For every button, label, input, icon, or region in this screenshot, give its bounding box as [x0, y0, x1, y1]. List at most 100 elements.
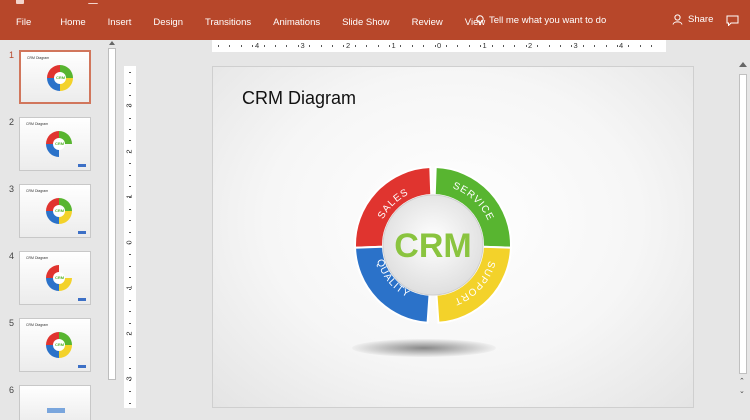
ruler-tick — [129, 83, 131, 85]
ruler-tick — [129, 72, 131, 73]
ruler-tick — [628, 45, 630, 47]
scroll-up-icon[interactable] — [109, 41, 115, 45]
tab-insert[interactable]: Insert — [97, 17, 143, 28]
ruler-tick — [366, 45, 368, 47]
crm-diagram[interactable]: CRM SALES SERVICE SUPPORT QUALITY — [333, 145, 533, 345]
slide-title[interactable]: CRM Diagram — [242, 88, 356, 109]
ruler-tick — [297, 45, 299, 47]
ribbon: File Home Insert Design Transitions Anim… — [0, 0, 750, 40]
editor-vertical-scrollbar[interactable]: ⌃ ⌄ — [736, 52, 750, 420]
ruler-tick — [275, 45, 276, 47]
ruler-tick — [377, 45, 379, 47]
tab-slide-show[interactable]: Slide Show — [331, 17, 401, 28]
ruler-tick — [286, 45, 288, 47]
ruler-tick — [129, 311, 131, 313]
ruler-tick — [129, 174, 131, 176]
tab-animations[interactable]: Animations — [262, 17, 331, 28]
thumb-title: CRM Diagram — [26, 323, 49, 327]
ruler-tick — [129, 345, 131, 347]
thumb-crm-diagram: CRM — [46, 265, 72, 291]
ruler-label: 1 — [391, 41, 396, 50]
ruler-tick — [389, 45, 390, 47]
ruler-tick — [411, 45, 413, 47]
thumb-crm-diagram: CRM — [46, 332, 72, 358]
ruler-tick — [446, 45, 447, 47]
ruler-tick — [639, 45, 641, 47]
thumb-number: 4 — [9, 251, 15, 261]
ruler-tick — [129, 379, 131, 381]
ruler-tick — [332, 45, 333, 47]
ruler-tick — [400, 45, 402, 47]
ruler-tick — [320, 45, 322, 47]
tell-me-box[interactable]: Tell me what you want to do — [476, 15, 606, 26]
tab-home[interactable]: Home — [49, 17, 96, 28]
ruler-tick — [594, 45, 596, 47]
scroll-thumb[interactable] — [108, 48, 116, 380]
previous-slide-icon[interactable]: ⌃ — [739, 378, 745, 385]
vertical-ruler: 3210123 — [124, 66, 136, 408]
ruler-tick — [582, 45, 584, 47]
slide-thumbnail-4[interactable]: CRM Diagram CRM — [19, 251, 91, 305]
slide-thumbnail-3[interactable]: CRM Diagram CRM — [19, 184, 91, 238]
tab-design[interactable]: Design — [142, 17, 194, 28]
slide-thumbnail-1[interactable]: CRM Diagram CRM — [19, 50, 91, 104]
comment-icon[interactable] — [726, 15, 739, 26]
ruler-tick — [129, 208, 131, 210]
ruler-tick — [129, 129, 131, 130]
ruler-tick — [129, 322, 131, 324]
tab-review[interactable]: Review — [401, 17, 454, 28]
ruler-tick — [457, 45, 459, 47]
ruler-tick — [129, 265, 131, 267]
ruler-tick — [240, 45, 242, 47]
ruler-label: 3 — [573, 41, 578, 50]
ruler-label: 4 — [619, 41, 624, 50]
ruler-tick — [129, 277, 131, 279]
ruler-tick — [129, 300, 131, 301]
ruler-tick — [129, 288, 131, 290]
ruler-tick — [309, 45, 311, 47]
thumb-title: CRM Diagram — [26, 256, 49, 260]
ruler-tick — [129, 402, 131, 404]
ruler-tick — [423, 45, 425, 47]
share-button[interactable]: Share — [672, 14, 713, 25]
ruler-label: 2 — [528, 41, 533, 50]
next-slide-icon[interactable]: ⌄ — [739, 388, 745, 395]
tab-transitions[interactable]: Transitions — [194, 17, 262, 28]
ruler-tick — [263, 45, 265, 47]
ribbon-tabs: File Home Insert Design Transitions Anim… — [0, 12, 496, 32]
ruler-tick — [468, 45, 470, 47]
thumb-logo — [78, 164, 86, 167]
scroll-thumb[interactable] — [739, 74, 747, 374]
scroll-up-icon[interactable] — [739, 62, 747, 67]
ruler-tick — [229, 45, 231, 47]
tab-file[interactable]: File — [0, 17, 49, 28]
pen-icon[interactable] — [88, 0, 98, 4]
ruler-tick — [525, 45, 527, 47]
slide-thumbnail-5[interactable]: CRM Diagram CRM — [19, 318, 91, 372]
ruler-tick — [129, 231, 131, 233]
slide-thumbnail-2[interactable]: CRM Diagram CRM — [19, 117, 91, 171]
ruler-tick — [617, 45, 618, 47]
ruler-tick — [560, 45, 561, 47]
slide[interactable]: CRM Diagram CRM SALES SERVICE SUPPORT QU… — [212, 66, 694, 408]
thumb-number: 2 — [9, 117, 15, 127]
ruler-tick — [605, 45, 607, 47]
save-icon[interactable] — [16, 0, 24, 4]
ruler-tick — [129, 94, 131, 96]
ruler-tick — [129, 220, 131, 222]
thumb-logo — [78, 231, 86, 234]
ruler-tick — [480, 45, 482, 47]
horizontal-ruler: 4 3 2 1 0 1 2 3 4 — [212, 40, 666, 52]
ruler-tick — [129, 243, 131, 244]
ruler-label: 2 — [346, 41, 351, 50]
lightbulb-icon — [476, 15, 484, 26]
thumb-number: 3 — [9, 184, 15, 194]
ruler-tick — [537, 45, 539, 47]
ruler-tick — [651, 45, 653, 47]
center-label: CRM — [394, 227, 471, 265]
thumbnails-scrollbar[interactable] — [106, 41, 118, 420]
ruler-tick — [514, 45, 516, 47]
slide-thumbnail-6[interactable] — [19, 385, 91, 420]
thumb-title: CRM Diagram — [26, 122, 49, 126]
ruler-tick — [252, 45, 254, 47]
